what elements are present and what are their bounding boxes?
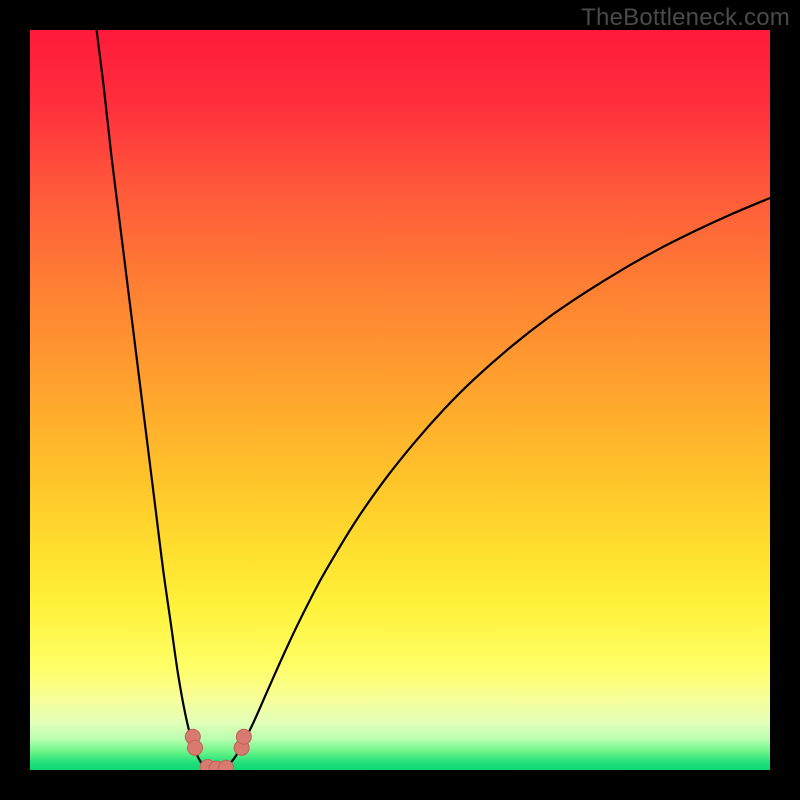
plot-area xyxy=(30,30,770,770)
marker-group xyxy=(185,729,251,770)
curve-layer xyxy=(30,30,770,770)
bottleneck-curve xyxy=(97,30,770,770)
marker-left-cluster xyxy=(188,740,203,755)
chart-frame: TheBottleneck.com xyxy=(0,0,800,800)
watermark-text: TheBottleneck.com xyxy=(581,4,790,32)
marker-right-cluster xyxy=(236,729,251,744)
